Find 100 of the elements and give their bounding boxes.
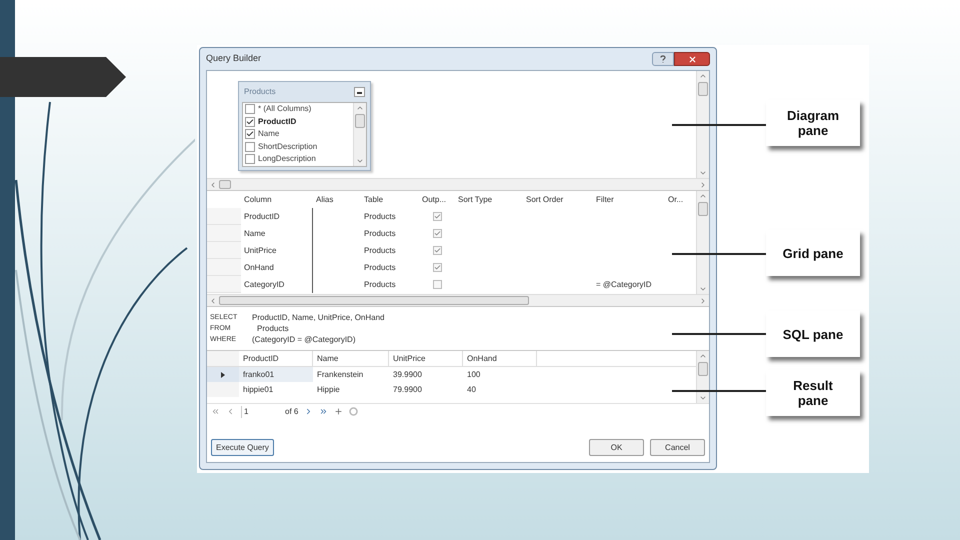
checkbox[interactable]	[245, 154, 255, 164]
table-cell-text: 100	[466, 368, 482, 380]
table-cell-text: Products	[363, 228, 397, 240]
vertical-scrollbar[interactable]	[353, 103, 366, 166]
scroll-thumb[interactable]	[219, 296, 529, 305]
table-cell-text: Products	[363, 262, 397, 274]
last-record-icon[interactable]	[319, 407, 328, 416]
scroll-thumb[interactable]	[698, 82, 708, 96]
column-name: ProductID	[258, 116, 296, 128]
callout-label: SQL pane	[766, 311, 860, 357]
output-checkbox[interactable]	[432, 212, 442, 221]
horizontal-scrollbar[interactable]	[207, 178, 709, 190]
column-header[interactable]: Or...	[665, 194, 689, 206]
scroll-up-icon[interactable]	[699, 352, 707, 360]
help-button[interactable]	[652, 52, 674, 66]
vertical-scrollbar[interactable]	[696, 71, 709, 178]
scroll-up-icon[interactable]	[699, 192, 707, 200]
column-header[interactable]: Outp...	[419, 194, 455, 206]
scroll-thumb[interactable]	[698, 202, 708, 216]
table-cell-text: hippie01	[242, 384, 274, 396]
execute-query-button[interactable]: Execute Query	[211, 439, 274, 456]
scroll-left-icon[interactable]	[209, 180, 217, 188]
previous-record-icon[interactable]	[226, 407, 235, 416]
callout-label: Grid pane	[766, 230, 860, 276]
table-cell: UnitPrice	[241, 242, 313, 259]
table-cell-text: Hippie	[316, 384, 341, 396]
scroll-thumb[interactable]	[355, 114, 365, 128]
checkbox[interactable]	[245, 116, 255, 127]
horizontal-scrollbar[interactable]	[207, 294, 709, 306]
callout-label: Result pane	[766, 370, 860, 416]
scroll-down-icon[interactable]	[699, 285, 707, 293]
minimize-button[interactable]	[354, 87, 365, 97]
column-name: LongDescription	[258, 153, 316, 166]
checkbox[interactable]	[245, 129, 255, 140]
column-header[interactable]: Table	[361, 194, 419, 206]
column-header[interactable]: Sort Order	[523, 194, 593, 206]
current-row-icon	[221, 372, 225, 378]
minimize-icon	[357, 92, 362, 94]
column-header[interactable]: UnitPrice	[389, 351, 463, 366]
window-title: Query Builder	[206, 52, 262, 66]
first-record-icon[interactable]	[211, 407, 220, 416]
scroll-left-icon[interactable]	[209, 296, 217, 304]
table-cell-text: Products	[363, 210, 397, 222]
ok-button[interactable]: OK	[589, 439, 644, 456]
check-icon	[434, 213, 440, 220]
scroll-thumb[interactable]	[219, 180, 231, 189]
table-cell: ProductID	[241, 208, 313, 225]
scroll-thumb[interactable]	[698, 362, 708, 376]
table-cell: Name	[241, 225, 313, 242]
table-cell: CategoryID	[241, 276, 313, 293]
output-checkbox[interactable]	[432, 246, 442, 255]
column-header[interactable]: ProductID	[239, 351, 313, 366]
table-window[interactable]: Products * (All Columns) ProductID Name ShortDescription LongDescription	[238, 81, 371, 170]
sql-text: (CategoryID = @CategoryID)	[252, 334, 356, 346]
column-header[interactable]: Column	[241, 194, 313, 206]
sql-text: ProductID, Name, UnitPrice, OnHand	[252, 312, 386, 324]
table-cell-text: Frankenstein	[316, 368, 364, 380]
delete-record-icon[interactable]	[349, 407, 358, 416]
column-header[interactable]: Filter	[593, 194, 665, 206]
output-checkbox[interactable]	[432, 280, 442, 289]
checkbox[interactable]	[245, 104, 255, 114]
column-header[interactable]: OnHand	[463, 351, 537, 366]
table-cell-text: Products	[363, 278, 397, 290]
check-icon	[434, 230, 440, 237]
table-cell-text: 39.9900	[392, 368, 423, 380]
table-cell-text: 79.9900	[392, 384, 423, 396]
table-cell-text: 40	[466, 384, 477, 396]
column-name: * (All Columns)	[258, 103, 312, 116]
scroll-down-icon[interactable]	[699, 169, 707, 177]
sql-text: Products	[256, 323, 290, 335]
close-button[interactable]	[674, 52, 710, 66]
close-icon	[688, 54, 696, 64]
output-checkbox[interactable]	[432, 263, 442, 272]
scroll-right-icon[interactable]	[699, 180, 707, 188]
cancel-button[interactable]: Cancel	[650, 439, 705, 456]
column-name: ShortDescription	[258, 140, 318, 153]
column-name: Name	[258, 128, 280, 140]
scroll-right-icon[interactable]	[699, 296, 707, 304]
callout-label: Diagram pane	[766, 100, 860, 146]
table-title: Products	[244, 86, 276, 98]
vertical-scrollbar[interactable]	[696, 351, 709, 403]
record-count: of 6	[285, 406, 298, 418]
check-icon	[434, 264, 440, 271]
add-record-icon[interactable]	[334, 407, 344, 416]
row-header[interactable]	[207, 367, 239, 382]
table-cell: OnHand	[241, 259, 313, 276]
scroll-down-icon[interactable]	[699, 394, 707, 402]
checkbox[interactable]	[245, 142, 255, 152]
vertical-scrollbar[interactable]	[696, 191, 709, 294]
check-icon	[434, 247, 440, 254]
output-checkbox[interactable]	[432, 229, 442, 238]
table-cell-text: = @CategoryID	[595, 278, 652, 290]
column-header[interactable]: Alias	[313, 194, 361, 206]
column-header[interactable]: Name	[313, 351, 389, 366]
position-field[interactable]: 1	[241, 406, 279, 418]
column-header[interactable]: Sort Type	[455, 194, 523, 206]
scroll-up-icon[interactable]	[356, 104, 364, 112]
table-cell-text: Products	[363, 244, 397, 256]
question-icon	[660, 55, 666, 63]
scroll-up-icon[interactable]	[699, 72, 707, 80]
